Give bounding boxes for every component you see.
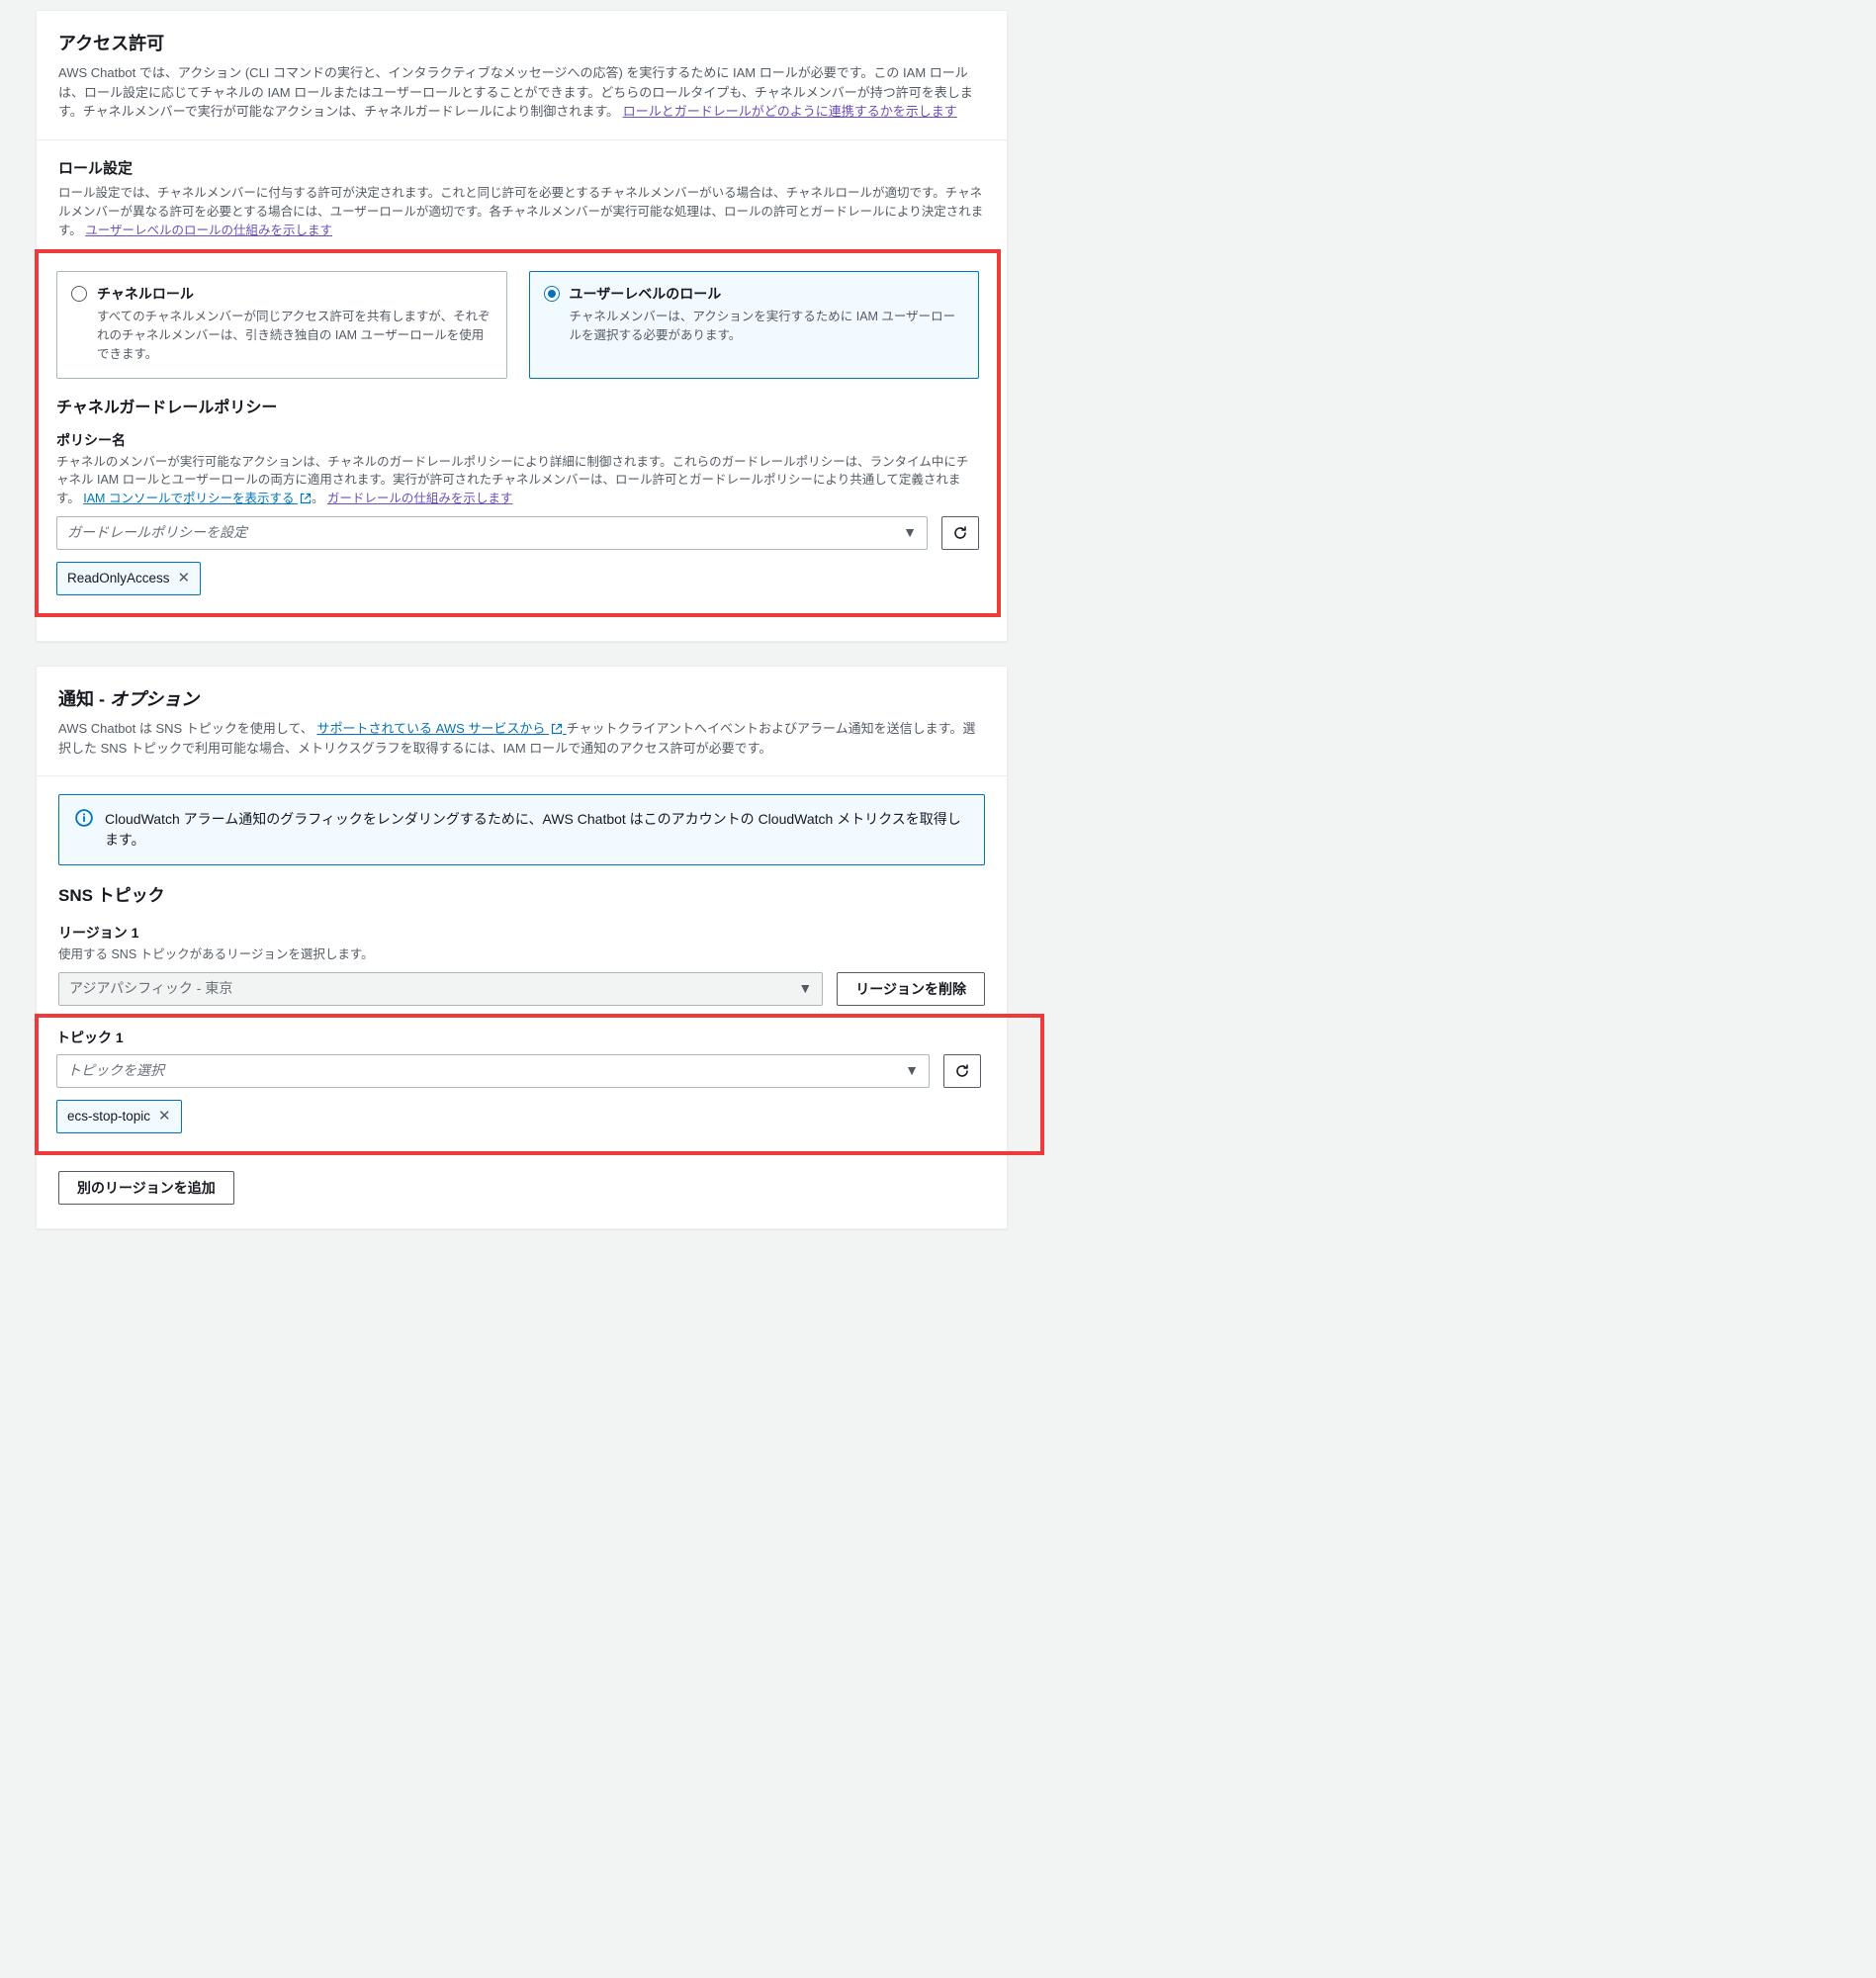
iam-console-link[interactable]: IAM コンソールでポリシーを表示する (83, 492, 312, 505)
policy-chip-readonly: ReadOnlyAccess ✕ (56, 562, 201, 596)
iam-console-link-text: IAM コンソールでポリシーを表示する (83, 492, 294, 505)
caret-down-icon: ▼ (798, 978, 812, 999)
permissions-title: アクセス許可 (58, 31, 985, 57)
radio-channel-role[interactable]: チャネルロール すべてのチャネルメンバーが同じアクセス許可を共有しますが、それぞ… (56, 271, 507, 378)
caret-down-icon: ▼ (903, 522, 917, 543)
topic-select[interactable]: トピックを選択 ▼ (56, 1054, 930, 1088)
refresh-policy-button[interactable] (941, 516, 979, 550)
role-settings-title: ロール設定 (58, 158, 985, 181)
remove-topic-chip[interactable]: ✕ (158, 1106, 171, 1128)
highlight-permissions: チャネルロール すべてのチャネルメンバーが同じアクセス許可を共有しますが、それぞ… (35, 249, 1001, 617)
permissions-panel: アクセス許可 AWS Chatbot では、アクション (CLI コマンドの実行… (36, 10, 1008, 642)
caret-down-icon: ▼ (905, 1060, 919, 1081)
radio-user-desc: チャネルメンバーは、アクションを実行するために IAM ユーザーロールを選択する… (570, 308, 965, 345)
permissions-description: AWS Chatbot では、アクション (CLI コマンドの実行と、インタラク… (58, 63, 985, 122)
supported-services-link[interactable]: サポートされている AWS サービスから (316, 721, 566, 736)
notifications-panel: 通知 - オプション AWS Chatbot は SNS トピックを使用して、 … (36, 666, 1008, 1229)
radio-user-level-role[interactable]: ユーザーレベルのロール チャネルメンバーは、アクションを実行するために IAM … (529, 271, 980, 378)
refresh-topic-button[interactable] (943, 1054, 981, 1088)
topic-chip-label: ecs-stop-topic (67, 1107, 150, 1126)
cloudwatch-info-banner: CloudWatch アラーム通知のグラフィックをレンダリングするために、AWS… (58, 794, 985, 865)
notifications-title-pre: 通知 - (58, 689, 110, 709)
guardrail-how-link[interactable]: ガードレールの仕組みを示します (327, 492, 513, 505)
topic-1-label: トピック 1 (56, 1028, 981, 1048)
divider (37, 775, 1007, 776)
policy-name-desc: チャネルのメンバーが実行可能なアクションは、チャネルのガードレールポリシーにより… (56, 453, 979, 508)
refresh-icon (952, 525, 968, 541)
external-link-icon (300, 493, 312, 504)
guardrail-policy-select[interactable]: ガードレールポリシーを設定 ▼ (56, 516, 928, 550)
cloudwatch-info-text: CloudWatch アラーム通知のグラフィックをレンダリングするために、AWS… (105, 809, 968, 851)
notif-desc-pre: AWS Chatbot は SNS トピックを使用して、 (58, 721, 313, 736)
divider (37, 139, 1007, 140)
remove-policy-chip[interactable]: ✕ (178, 568, 191, 590)
sns-topics-title: SNS トピック (58, 883, 985, 909)
external-link-icon (551, 723, 563, 735)
info-icon (75, 809, 93, 851)
topic-placeholder: トピックを選択 (67, 1060, 164, 1081)
refresh-icon (954, 1063, 970, 1079)
highlight-topic: トピック 1 トピックを選択 ▼ ecs-stop-topic ✕ (35, 1014, 1044, 1156)
radio-channel-desc: すべてのチャネルメンバーが同じアクセス許可を共有しますが、それぞれのチャネルメン… (97, 308, 492, 363)
topic-chip-ecs-stop: ecs-stop-topic ✕ (56, 1100, 182, 1134)
radio-icon (544, 286, 560, 302)
radio-user-title: ユーザーレベルのロール (570, 284, 965, 305)
notifications-title: 通知 - オプション (58, 686, 985, 713)
policy-chip-label: ReadOnlyAccess (67, 569, 170, 588)
guardrail-policy-placeholder: ガードレールポリシーを設定 (67, 522, 247, 543)
add-region-button[interactable]: 別のリージョンを追加 (58, 1171, 234, 1205)
region-value: アジアパシフィック - 東京 (69, 978, 232, 999)
user-level-role-link[interactable]: ユーザーレベルのロールの仕組みを示します (85, 224, 332, 237)
roles-guardrails-link[interactable]: ロールとガードレールがどのように連携するかを示します (623, 104, 957, 119)
delete-region-button[interactable]: リージョンを削除 (837, 972, 985, 1006)
notifications-desc: AWS Chatbot は SNS トピックを使用して、 サポートされている A… (58, 719, 985, 758)
role-radio-group: チャネルロール すべてのチャネルメンバーが同じアクセス許可を共有しますが、それぞ… (56, 271, 979, 378)
region-1-desc: 使用する SNS トピックがあるリージョンを選択します。 (58, 945, 985, 964)
region-select[interactable]: アジアパシフィック - 東京 ▼ (58, 972, 823, 1006)
policy-name-label: ポリシー名 (56, 430, 979, 451)
radio-channel-title: チャネルロール (97, 284, 492, 305)
role-settings-desc: ロール設定では、チャネルメンバーに付与する許可が決定されます。これと同じ許可を必… (58, 184, 985, 239)
region-1-label: リージョン 1 (58, 923, 985, 944)
notifications-title-optional: オプション (110, 689, 199, 709)
guardrail-title: チャネルガードレールポリシー (56, 397, 979, 420)
supported-services-text: サポートされている AWS サービスから (316, 721, 545, 736)
radio-icon (71, 286, 87, 302)
